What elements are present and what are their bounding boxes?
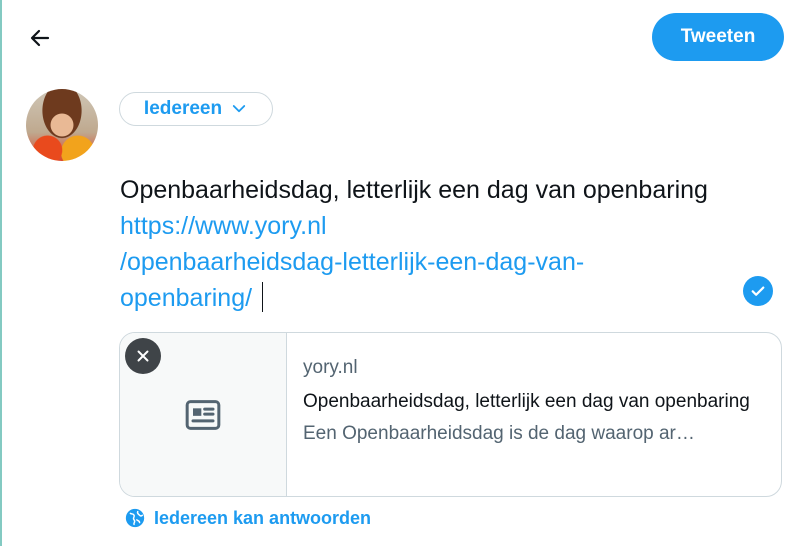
tweet-link-part-1[interactable]: https://www.yory.nl	[120, 212, 327, 240]
avatar[interactable]	[26, 89, 98, 161]
tweet-link-part-2[interactable]: /openbaarheidsdag-letterlijk-een-dag-van…	[120, 248, 584, 276]
link-preview-body: yory.nl Openbaarheidsdag, letterlijk een…	[303, 353, 763, 449]
link-preview-title: Openbaarheidsdag, letterlijk een dag van…	[303, 391, 750, 412]
remove-card-button[interactable]	[125, 338, 161, 374]
reply-setting-button[interactable]: Iedereen kan antwoorden	[124, 507, 371, 529]
tweet-button[interactable]: Tweeten	[652, 13, 784, 61]
tweet-text: Openbaarheidsdag, letterlijk een dag van…	[120, 176, 708, 204]
audience-label: Iedereen	[143, 98, 223, 119]
link-preview-description: Een Openbaarheidsdag is de dag waarop ar…	[303, 423, 695, 444]
audience-selector[interactable]: Iedereen	[119, 92, 273, 126]
link-preview-card[interactable]: yory.nl Openbaarheidsdag, letterlijk een…	[119, 332, 782, 497]
article-icon	[185, 399, 221, 430]
close-icon	[137, 350, 149, 362]
link-preview-domain: yory.nl	[303, 357, 358, 378]
back-button[interactable]	[22, 20, 58, 56]
arrow-left-icon	[30, 29, 50, 47]
check-icon	[743, 276, 773, 306]
globe-icon	[125, 508, 145, 528]
tweet-link-part-3[interactable]: openbaring/	[120, 284, 252, 312]
reply-setting-label: Iedereen kan antwoorden	[154, 507, 372, 528]
text-caret	[262, 282, 264, 312]
tweet-text-editor[interactable]: Openbaarheidsdag, letterlijk een dag van…	[120, 172, 720, 316]
chevron-down-icon	[232, 105, 246, 113]
window-edge	[0, 0, 2, 546]
